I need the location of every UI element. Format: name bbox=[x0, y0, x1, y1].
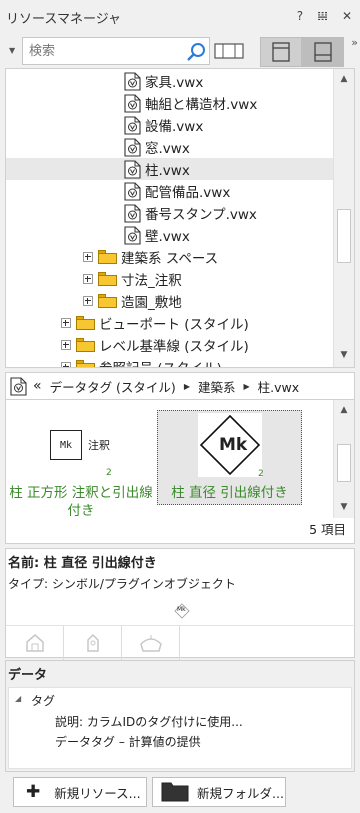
expand-icon[interactable] bbox=[61, 340, 71, 350]
tree-scrollbar[interactable]: ▲ ▼ bbox=[333, 69, 354, 367]
resource-badge: 2 bbox=[106, 468, 112, 478]
expand-icon[interactable] bbox=[83, 296, 93, 306]
layout-top-icon bbox=[272, 42, 290, 62]
scroll-down-icon[interactable]: ▼ bbox=[338, 502, 350, 514]
folder-icon bbox=[98, 294, 117, 308]
help-button[interactable]: ? bbox=[297, 9, 303, 23]
tree-item-file[interactable]: 軸組と構造材.vwx bbox=[6, 92, 333, 114]
footer-toolbar: ✚ 新規リソース... 新規フォルダ... bbox=[0, 775, 360, 813]
apply-icon[interactable] bbox=[122, 626, 180, 660]
resource-caption[interactable]: 柱 正方形 注釈と引出線付き bbox=[6, 484, 156, 520]
panel-titlebar: リソースマネージャ ? 𝍐 ✕ bbox=[0, 0, 360, 34]
tree-item-folder[interactable]: 参照記号 (スタイル) bbox=[6, 356, 333, 367]
mini-preview: Mk bbox=[174, 603, 190, 623]
folder-icon bbox=[98, 250, 117, 264]
vwx-file-icon bbox=[124, 203, 141, 223]
tree-item-file[interactable]: 壁.vwx bbox=[6, 224, 333, 246]
close-button[interactable]: ✕ bbox=[342, 9, 352, 23]
resource-caption[interactable]: 柱 直径 引出線付き bbox=[157, 484, 302, 502]
vwx-file-icon bbox=[124, 181, 141, 201]
data-group-label[interactable]: タグ bbox=[31, 692, 55, 709]
vwx-file-icon bbox=[124, 93, 141, 113]
data-list: ◢ タグ 説明: カラムIDのタグ付けに使用... データタグ – 計算値の提供 bbox=[8, 687, 352, 769]
breadcrumb-separator-icon: ▶ bbox=[243, 381, 250, 391]
scroll-up-icon[interactable]: ▲ bbox=[338, 74, 350, 86]
search-toolbar: ▼ » bbox=[0, 34, 360, 68]
edit-icon[interactable] bbox=[64, 626, 122, 660]
preview-mk-text: Mk bbox=[219, 435, 248, 455]
list-view-icon[interactable] bbox=[214, 40, 244, 62]
tree-item-folder[interactable]: 建築系 スペース bbox=[6, 246, 333, 268]
breadcrumb-back-button[interactable]: « bbox=[33, 378, 42, 394]
search-icon[interactable] bbox=[186, 42, 206, 66]
tree-item-file[interactable]: 窓.vwx bbox=[6, 136, 333, 158]
tree-item-folder[interactable]: 造園_敷地 bbox=[6, 290, 333, 312]
pin-button[interactable]: 𝍐 bbox=[317, 9, 328, 23]
data-panel: データ ◢ タグ 説明: カラムIDのタグ付けに使用... データタグ – 計算… bbox=[5, 660, 355, 772]
resource-type: タイプ: シンボル/プラグインオブジェクト bbox=[8, 577, 236, 591]
tree-item-folder[interactable]: 寸法_注釈 bbox=[6, 268, 333, 290]
preview-label: 注釈 bbox=[88, 439, 110, 452]
breadcrumb-item[interactable]: 建築系 bbox=[198, 377, 236, 396]
tree-item-file[interactable]: 家具.vwx bbox=[6, 70, 333, 92]
folder-icon bbox=[76, 316, 95, 330]
overflow-chevron-icon[interactable]: » bbox=[351, 36, 358, 49]
plus-icon: ✚ bbox=[26, 782, 41, 802]
expand-icon[interactable] bbox=[61, 318, 71, 328]
scroll-up-icon[interactable]: ▲ bbox=[338, 405, 350, 417]
tree-item-folder[interactable]: レベル基準線 (スタイル) bbox=[6, 334, 333, 356]
layout-top-button[interactable] bbox=[260, 37, 302, 67]
vwx-file-icon bbox=[124, 225, 141, 245]
scroll-down-icon[interactable]: ▼ bbox=[338, 350, 350, 362]
vwx-file-icon bbox=[124, 159, 141, 179]
new-resource-button[interactable]: ✚ 新規リソース... bbox=[13, 777, 147, 807]
resource-thumbnails: Mk 注釈 2 柱 正方形 注釈と引出線付き Mk 2 柱 直径 引出線付き ▲… bbox=[5, 400, 355, 544]
resource-info-panel: 名前: 柱 直径 引出線付き タイプ: シンボル/プラグインオブジェクト Mk bbox=[5, 548, 356, 660]
resource-preview-icon: Mk bbox=[50, 430, 82, 460]
new-folder-label: 新規フォルダ... bbox=[197, 785, 284, 801]
vwx-file-icon bbox=[124, 115, 141, 135]
vwx-file-icon bbox=[10, 376, 27, 396]
layout-bottom-icon bbox=[314, 42, 332, 62]
search-box[interactable] bbox=[22, 37, 210, 65]
layout-bottom-button[interactable] bbox=[302, 37, 344, 67]
scroll-thumb[interactable] bbox=[337, 209, 351, 263]
folder-icon bbox=[98, 272, 117, 286]
breadcrumb: « データタグ (スタイル) ▶ 建築系 ▶ 柱.vwx bbox=[5, 372, 355, 400]
resource-tree: 家具.vwx 軸組と構造材.vwx 設備.vwx 窓.vwx 柱.vwx 配管備… bbox=[5, 68, 355, 368]
resource-actions bbox=[6, 625, 356, 660]
search-dropdown-arrow-icon[interactable]: ▼ bbox=[9, 46, 15, 55]
resource-badge: 2 bbox=[258, 469, 264, 479]
item-count: 5 項目 bbox=[309, 522, 346, 537]
search-input[interactable] bbox=[23, 38, 173, 64]
import-icon[interactable] bbox=[6, 626, 64, 660]
folder-icon bbox=[76, 360, 95, 367]
scroll-thumb[interactable] bbox=[337, 444, 351, 482]
data-line: データタグ – 計算値の提供 bbox=[55, 735, 201, 749]
breadcrumb-item[interactable]: 柱.vwx bbox=[258, 377, 300, 396]
data-line: 説明: カラムIDのタグ付けに使用... bbox=[55, 715, 243, 729]
folder-icon bbox=[76, 338, 95, 352]
data-header: データ bbox=[8, 668, 48, 683]
expand-icon[interactable] bbox=[61, 362, 71, 367]
tree-item-file[interactable]: 設備.vwx bbox=[6, 114, 333, 136]
resource-name: 名前: 柱 直径 引出線付き bbox=[8, 556, 157, 571]
thumbnail-scrollbar[interactable]: ▲ ▼ bbox=[333, 400, 354, 518]
new-resource-label: 新規リソース... bbox=[54, 785, 141, 801]
breadcrumb-separator-icon: ▶ bbox=[183, 381, 190, 391]
panel-title: リソースマネージャ bbox=[6, 11, 122, 27]
new-folder-button[interactable]: 新規フォルダ... bbox=[152, 777, 286, 807]
vwx-file-icon bbox=[124, 71, 141, 91]
tree-item-file[interactable]: 番号スタンプ.vwx bbox=[6, 202, 333, 224]
tree-item-folder[interactable]: ビューポート (スタイル) bbox=[6, 312, 333, 334]
tree-item-file[interactable]: 配管備品.vwx bbox=[6, 180, 333, 202]
folder-dark-icon bbox=[161, 780, 189, 805]
vwx-file-icon bbox=[124, 137, 141, 157]
expand-icon[interactable] bbox=[83, 252, 93, 262]
expand-icon[interactable] bbox=[83, 274, 93, 284]
collapse-icon[interactable]: ◢ bbox=[15, 694, 21, 703]
tree-item-file-selected[interactable]: 柱.vwx bbox=[6, 158, 333, 180]
breadcrumb-item[interactable]: データタグ (スタイル) bbox=[50, 377, 176, 396]
